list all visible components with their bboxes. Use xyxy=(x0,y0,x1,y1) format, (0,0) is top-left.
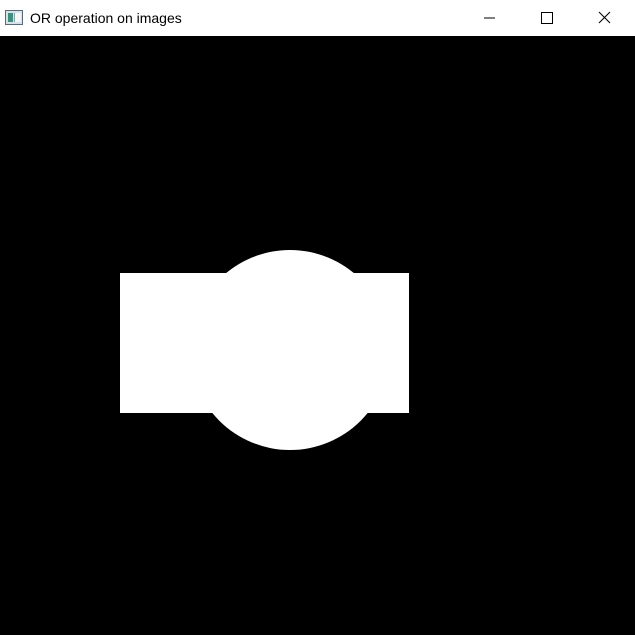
maximize-button[interactable] xyxy=(518,0,576,36)
title-bar[interactable]: OR operation on images xyxy=(0,0,635,36)
image-window: OR operation on images xyxy=(0,0,635,635)
close-button[interactable] xyxy=(577,0,635,36)
minimize-icon xyxy=(484,17,495,19)
app-icon[interactable] xyxy=(5,10,23,25)
image-canvas xyxy=(0,36,635,635)
minimize-button[interactable] xyxy=(460,0,518,36)
close-icon xyxy=(598,11,611,24)
white-circle-shape xyxy=(190,250,390,450)
maximize-icon xyxy=(541,12,553,24)
window-title: OR operation on images xyxy=(30,10,182,26)
or-result-image xyxy=(120,250,409,450)
